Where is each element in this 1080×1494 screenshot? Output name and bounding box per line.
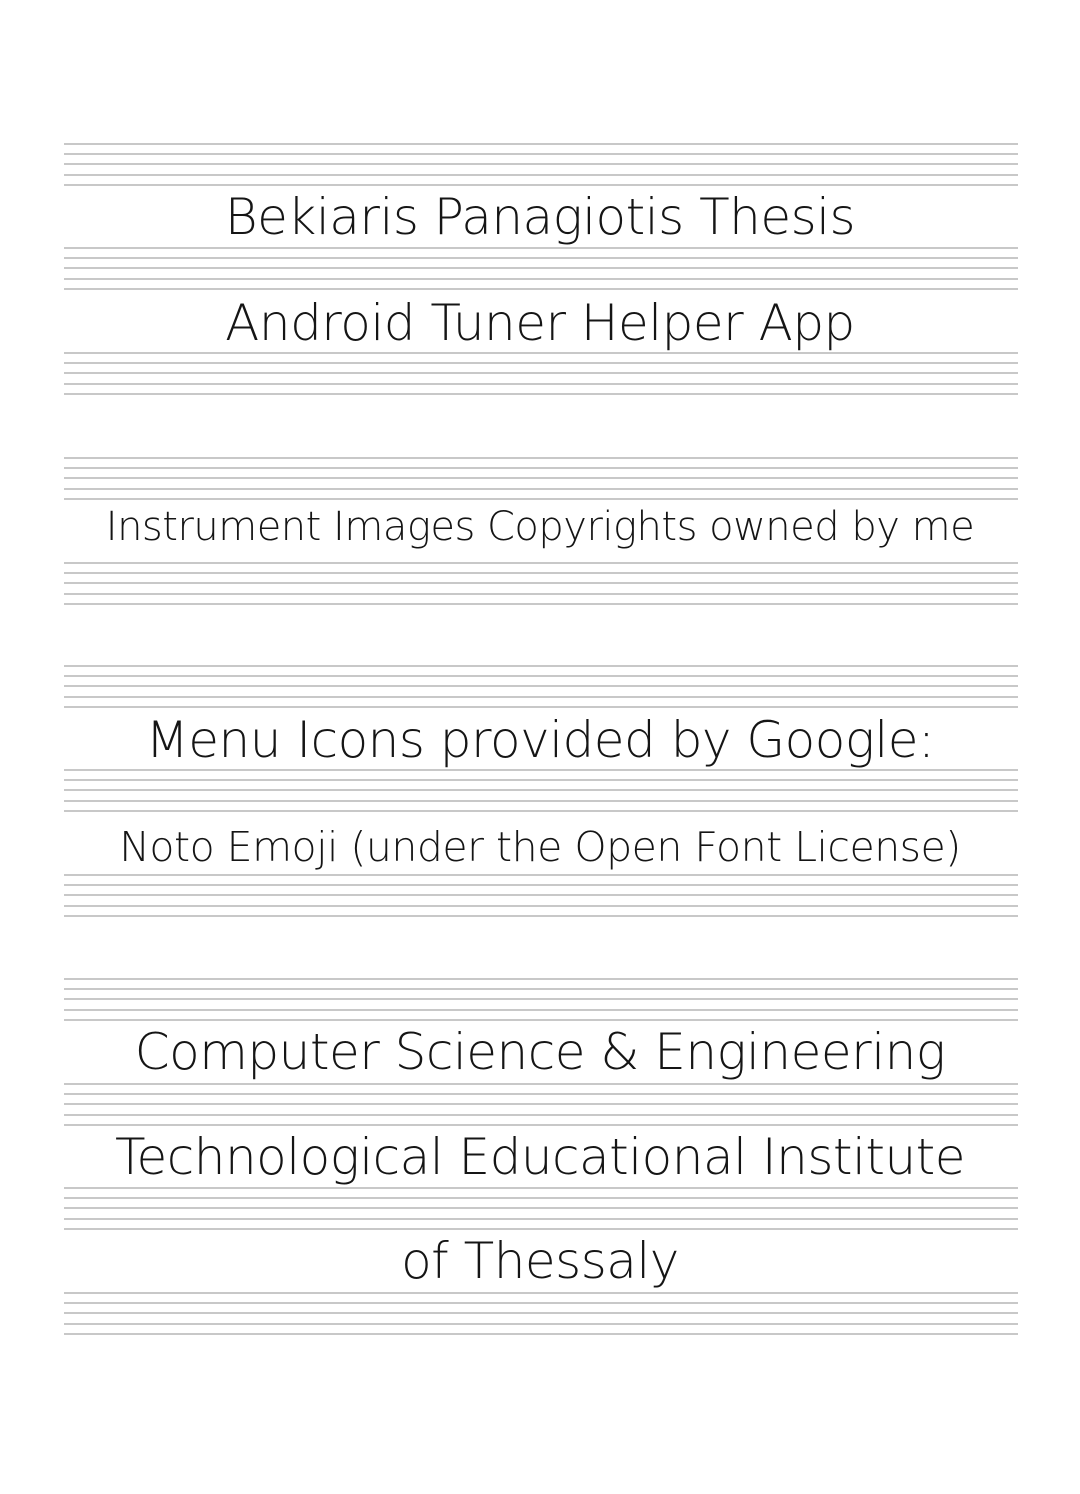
- thesis-author-title: Bekiaris Panagiotis Thesis: [224, 188, 856, 246]
- staff-lines: [64, 769, 1018, 813]
- staff-lines: [64, 247, 1018, 291]
- app-name: Android Tuner Helper App: [225, 294, 855, 352]
- institute-location: of Thessaly: [401, 1232, 679, 1290]
- staff-lines: [64, 457, 1018, 501]
- staff-lines: [64, 562, 1018, 606]
- icons-license-note: Noto Emoji (under the Open Font License): [119, 823, 961, 871]
- copyright-notice: Instrument Images Copyrights owned by me: [105, 504, 975, 550]
- staff-lines: [64, 1292, 1018, 1336]
- staff-lines: [64, 978, 1018, 1022]
- staff-lines: [64, 665, 1018, 709]
- staff-lines: [64, 143, 1018, 187]
- staff-lines: [64, 352, 1018, 396]
- staff-lines: [64, 874, 1018, 918]
- icons-credit-heading: Menu Icons provided by Google:: [145, 711, 935, 769]
- department-name: Computer Science & Engineering: [134, 1023, 946, 1081]
- staff-lines: [64, 1187, 1018, 1231]
- institute-name: Technological Educational Institute: [114, 1128, 966, 1186]
- staff-lines: [64, 1083, 1018, 1127]
